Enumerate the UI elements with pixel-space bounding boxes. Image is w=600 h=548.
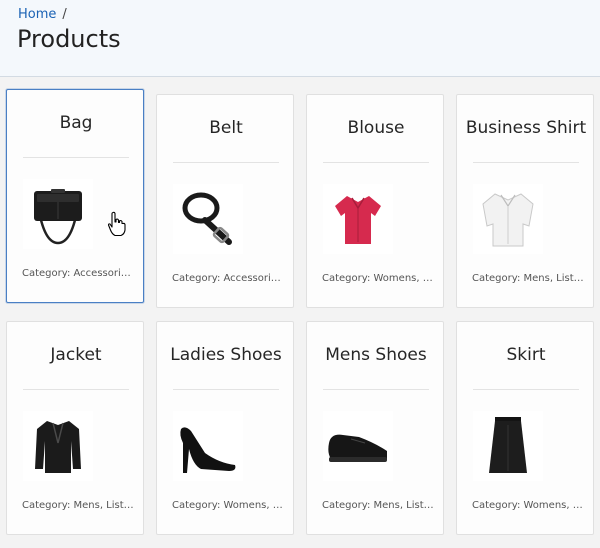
- page-title: Products: [17, 25, 121, 53]
- product-card-ladies-shoes[interactable]: Ladies Shoes Category: Womens, List Pric…: [156, 321, 294, 535]
- skirt-icon: [473, 411, 543, 481]
- product-card-jacket[interactable]: Jacket Category: Mens, List Price: ...: [6, 321, 144, 535]
- card-divider: [173, 162, 279, 163]
- product-category: Category: Accessories, List Price: ...: [172, 273, 284, 284]
- product-title: Bag: [59, 113, 93, 133]
- product-category: Category: Mens, List Price: ...: [472, 273, 584, 284]
- blouse-icon: [323, 184, 393, 254]
- product-category: Category: Mens, List Price: ...: [22, 500, 134, 511]
- breadcrumb-home-link[interactable]: Home: [18, 7, 56, 22]
- card-divider: [23, 157, 129, 158]
- product-card-business-shirt[interactable]: Business Shirt Category: Mens, List Pric…: [456, 94, 594, 308]
- ladies-shoe-icon: [173, 411, 243, 481]
- mens-shoe-icon: [323, 411, 393, 481]
- product-grid: Bag Category: Accessories, List Price: .…: [0, 78, 600, 548]
- jacket-icon: [23, 411, 93, 481]
- card-divider: [23, 389, 129, 390]
- product-title: Belt: [209, 118, 243, 138]
- page-header: Home / Products: [0, 0, 600, 77]
- product-card-skirt[interactable]: Skirt Category: Womens, List Price: ...: [456, 321, 594, 535]
- card-divider: [473, 389, 579, 390]
- card-divider: [173, 389, 279, 390]
- hand-cursor-icon: [107, 211, 127, 237]
- product-card-bag[interactable]: Bag Category: Accessories, List Price: .…: [6, 89, 144, 303]
- product-category: Category: Womens, List Price: ...: [472, 500, 584, 511]
- breadcrumb: Home /: [18, 7, 67, 22]
- product-title: Skirt: [506, 345, 546, 365]
- bag-icon: [23, 179, 93, 249]
- product-title: Jacket: [50, 345, 102, 365]
- card-divider: [323, 162, 429, 163]
- shirt-icon: [473, 184, 543, 254]
- product-title: Mens Shoes: [325, 345, 427, 365]
- breadcrumb-separator: /: [62, 7, 67, 22]
- belt-icon: [173, 184, 243, 254]
- product-category: Category: Accessories, List Price: ...: [22, 268, 134, 279]
- product-card-belt[interactable]: Belt Category: Accessories, List Price: …: [156, 94, 294, 308]
- product-title: Business Shirt: [465, 118, 587, 138]
- product-card-mens-shoes[interactable]: Mens Shoes Category: Mens, List Price: .…: [306, 321, 444, 535]
- product-title: Blouse: [347, 118, 405, 138]
- card-divider: [323, 389, 429, 390]
- card-divider: [473, 162, 579, 163]
- product-title: Ladies Shoes: [170, 345, 282, 365]
- product-category: Category: Womens, List Price: ...: [172, 500, 284, 511]
- product-category: Category: Mens, List Price: ...: [322, 500, 434, 511]
- product-card-blouse[interactable]: Blouse Category: Womens, List Price: ...: [306, 94, 444, 308]
- product-category: Category: Womens, List Price: ...: [322, 273, 434, 284]
